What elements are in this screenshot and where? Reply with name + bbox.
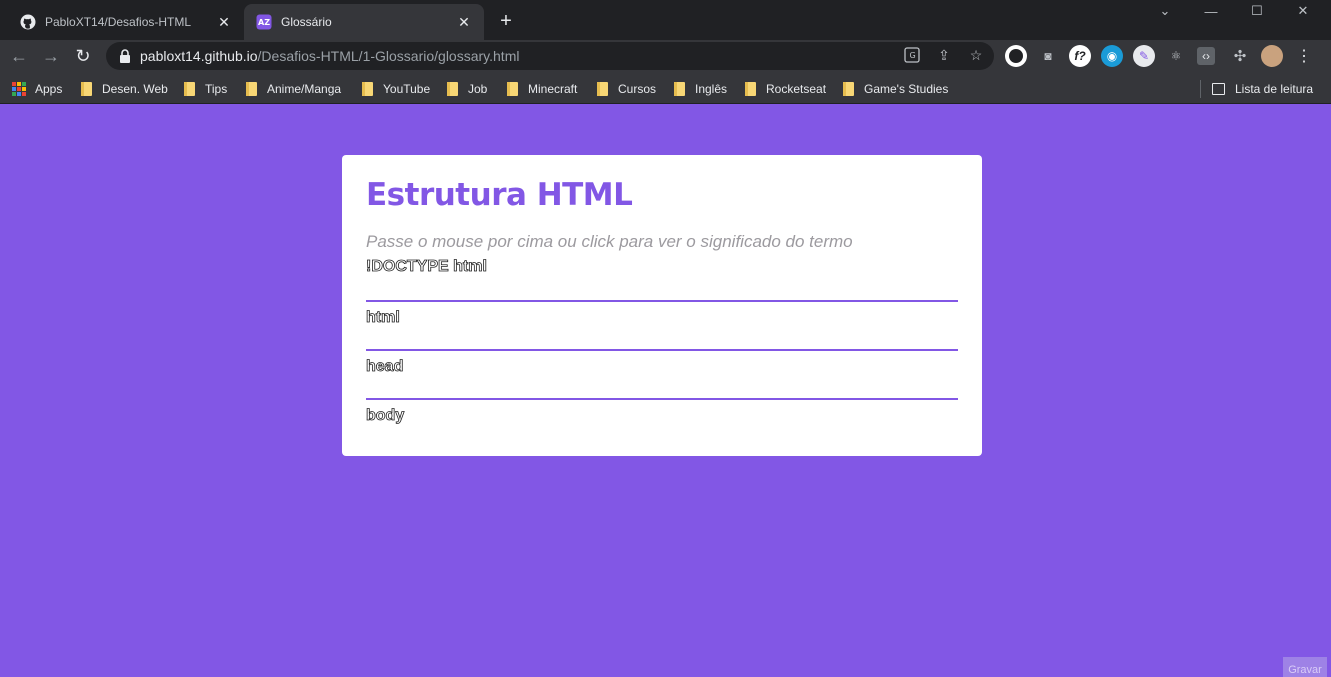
bookmark-label: Tips: [205, 82, 228, 96]
bookmark-folder[interactable]: Minecraft: [507, 80, 577, 98]
page-subtitle: Passe o mouse por cima ou click para ver…: [366, 232, 853, 251]
new-tab-button[interactable]: +: [494, 9, 518, 33]
window-close-button[interactable]: ✕: [1280, 0, 1326, 22]
camera-icon[interactable]: ◙: [1037, 45, 1059, 67]
share-icon[interactable]: ⇪: [935, 46, 953, 64]
close-icon[interactable]: ✕: [456, 14, 472, 30]
back-arrow-icon[interactable]: ←: [7, 44, 31, 68]
folder-icon: [507, 82, 518, 96]
avatar[interactable]: [1261, 45, 1283, 67]
reading-list-icon: [1212, 83, 1225, 95]
tab-github[interactable]: PabloXT14/Desafios-HTML ✕: [8, 4, 244, 40]
term-label: html: [366, 309, 401, 327]
bookmark-label: Apps: [35, 82, 63, 96]
bookmark-label: Desen. Web: [102, 82, 168, 96]
folder-icon: [843, 82, 854, 96]
reading-list[interactable]: Lista de leitura: [1212, 80, 1313, 98]
bookmarks-bar: Apps Desen. Web Tips Anime/Manga YouTube…: [0, 72, 1331, 104]
translate-icon[interactable]: G: [903, 46, 921, 64]
code-extension-icon[interactable]: ‹›: [1197, 47, 1215, 65]
browser-toolbar: ← → ↻ pabloxt14.github.io/Desafios-HTML/…: [0, 40, 1331, 72]
folder-icon: [246, 82, 257, 96]
glossary-term[interactable]: !DOCTYPE html: [366, 253, 958, 302]
bookmark-label: Game's Studies: [864, 82, 949, 96]
tab-glossario[interactable]: AZ Glossário ✕: [244, 4, 484, 40]
font-extension-icon[interactable]: f?: [1069, 45, 1091, 67]
tab-title: Glossário: [281, 15, 332, 29]
eye-extension-icon[interactable]: ◉: [1101, 45, 1123, 67]
folder-icon: [447, 82, 458, 96]
folder-icon: [81, 82, 92, 96]
bookmark-folder[interactable]: Desen. Web: [81, 80, 168, 98]
forward-arrow-icon[interactable]: →: [39, 44, 63, 68]
bookmark-folder[interactable]: Anime/Manga: [246, 80, 341, 98]
glossary-term[interactable]: html: [366, 302, 958, 351]
bookmark-folder[interactable]: Cursos: [597, 80, 656, 98]
folder-icon: [362, 82, 373, 96]
svg-text:G: G: [910, 51, 916, 60]
close-icon[interactable]: ✕: [216, 14, 232, 30]
star-icon[interactable]: ☆: [967, 46, 985, 64]
tab-title: PabloXT14/Desafios-HTML: [45, 15, 192, 29]
folder-icon: [597, 82, 608, 96]
bookmark-label: YouTube: [383, 82, 431, 96]
menu-kebab-icon[interactable]: ⋮: [1293, 45, 1315, 67]
color-picker-icon[interactable]: ✎: [1133, 45, 1155, 67]
puzzle-icon[interactable]: ✣: [1229, 45, 1251, 67]
bookmark-folder[interactable]: Inglês: [674, 80, 727, 98]
glossary-favicon: AZ: [256, 14, 272, 30]
url-path: /Desafios-HTML/1-Glossario/glossary.html: [257, 48, 520, 64]
glossary-term[interactable]: body: [366, 400, 958, 449]
page-title: Estrutura HTML: [366, 177, 633, 213]
bookmark-folder[interactable]: Job: [447, 80, 487, 98]
bookmark-folder[interactable]: Tips: [184, 80, 227, 98]
bookmark-label: Inglês: [695, 82, 728, 96]
tab-search-icon[interactable]: ⌄: [1142, 0, 1188, 22]
glossary-card: Estrutura HTML Passe o mouse por cima ou…: [342, 155, 982, 456]
github-icon: [20, 14, 36, 30]
record-button[interactable]: Gravar: [1283, 657, 1327, 677]
bookmark-folder[interactable]: YouTube: [362, 80, 430, 98]
bookmark-folder[interactable]: Game's Studies: [843, 80, 948, 98]
bookmark-folder[interactable]: Rocketseat: [745, 80, 826, 98]
lock-icon: [118, 49, 132, 63]
maximize-button[interactable]: ☐: [1234, 0, 1280, 22]
bookmark-label: Job: [468, 82, 488, 96]
url-text: pabloxt14.github.io/Desafios-HTML/1-Glos…: [140, 48, 519, 64]
svg-text:AZ: AZ: [258, 18, 270, 27]
reload-icon[interactable]: ↻: [71, 44, 95, 68]
minimize-button[interactable]: —: [1188, 0, 1234, 22]
url-host: pabloxt14.github.io: [140, 48, 258, 64]
bookmark-apps[interactable]: Apps: [12, 80, 62, 98]
folder-icon: [184, 82, 195, 96]
term-label: head: [366, 358, 404, 376]
bookmark-label: Rocketseat: [766, 82, 827, 96]
term-label: !DOCTYPE html: [366, 258, 488, 276]
glossary-term[interactable]: head: [366, 351, 958, 400]
address-bar[interactable]: pabloxt14.github.io/Desafios-HTML/1-Glos…: [106, 42, 994, 70]
react-devtools-icon[interactable]: ⚛: [1165, 45, 1187, 67]
bookmark-label: Minecraft: [528, 82, 578, 96]
bookmarks-divider: [1200, 80, 1201, 98]
apps-grid-icon: [12, 82, 26, 96]
extension-dark-reader-icon[interactable]: [1005, 45, 1027, 67]
reading-list-label: Lista de leitura: [1235, 82, 1314, 96]
term-label: body: [366, 407, 405, 425]
bookmark-label: Anime/Manga: [267, 82, 342, 96]
tab-strip: PabloXT14/Desafios-HTML ✕ AZ Glossário ✕…: [0, 0, 1331, 40]
folder-icon: [674, 82, 685, 96]
folder-icon: [745, 82, 756, 96]
bookmark-label: Cursos: [618, 82, 657, 96]
